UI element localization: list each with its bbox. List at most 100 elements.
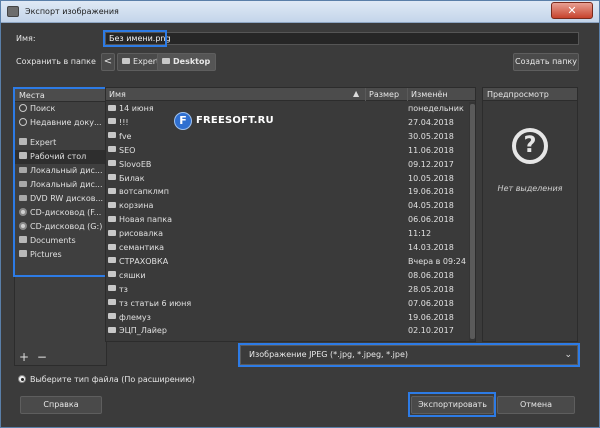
file-row[interactable]: SEO 11.06.2018 bbox=[106, 144, 468, 158]
save-in-folder-label: Сохранить в папке bbox=[16, 57, 96, 66]
file-row[interactable]: сяшки 08.06.2018 bbox=[106, 269, 468, 283]
place-item[interactable]: Documents bbox=[15, 234, 106, 248]
help-button[interactable]: Справка bbox=[20, 396, 102, 414]
file-row[interactable]: тз статьи 6 июня 07.06.2018 bbox=[106, 297, 468, 311]
place-item[interactable]: Поиск bbox=[15, 102, 106, 116]
file-row[interactable]: SlovoEB 09.12.2017 bbox=[106, 158, 468, 172]
column-modified-header[interactable]: Изменён bbox=[407, 88, 469, 101]
file-row[interactable]: fve 30.05.2018 bbox=[106, 130, 468, 144]
breadcrumb-label: Desktop bbox=[173, 57, 211, 66]
place-item[interactable]: CD-дисковод (F... bbox=[15, 206, 106, 220]
folder-icon bbox=[108, 146, 116, 153]
file-list-scrollbar[interactable] bbox=[469, 102, 475, 341]
file-name-cell: сяшки bbox=[108, 269, 363, 283]
cancel-button[interactable]: Отмена bbox=[497, 396, 575, 414]
file-modified-cell: 19.06.2018 bbox=[408, 312, 454, 322]
scrollbar-thumb[interactable] bbox=[470, 104, 475, 339]
file-name: семантика bbox=[119, 243, 165, 252]
file-type-expander-radio[interactable] bbox=[18, 375, 26, 383]
place-label: Поиск bbox=[30, 104, 56, 113]
watermark-logo-icon: F bbox=[174, 112, 192, 130]
file-row[interactable]: ЭЦП_Лайер 02.10.2017 bbox=[106, 324, 468, 338]
place-label: Локальный дис... bbox=[30, 180, 103, 189]
folder-icon bbox=[19, 236, 27, 243]
freesoft-watermark: F FREESOFT.RU bbox=[174, 112, 282, 130]
file-name-cell: тз статьи 6 июня bbox=[108, 297, 363, 311]
place-item[interactable]: Pictures bbox=[15, 248, 106, 262]
file-name: ЭЦП_Лайер bbox=[119, 326, 167, 336]
place-item[interactable]: Expert bbox=[15, 136, 106, 150]
place-item[interactable]: Локальный дис... bbox=[15, 178, 106, 192]
file-row[interactable]: вотсапклмп 19.06.2018 bbox=[106, 185, 468, 199]
question-mark-icon: ? bbox=[512, 128, 548, 164]
file-modified-cell: 27.04.2018 bbox=[408, 117, 454, 127]
breadcrumb-back-button[interactable]: < bbox=[101, 53, 115, 71]
file-row[interactable]: Билак 10.05.2018 bbox=[106, 172, 468, 186]
file-name-cell: Билак bbox=[108, 172, 363, 186]
place-item[interactable]: Рабочий стол bbox=[15, 150, 106, 164]
folder-icon bbox=[19, 250, 27, 257]
file-row[interactable]: рисовалка 11:12 bbox=[106, 227, 468, 241]
file-row[interactable]: корзина 04.05.2018 bbox=[106, 199, 468, 213]
drive-icon bbox=[19, 180, 27, 187]
add-place-button[interactable]: + bbox=[19, 350, 29, 364]
filename-input[interactable] bbox=[105, 32, 579, 45]
drive-icon bbox=[19, 194, 27, 201]
close-button[interactable]: ✕ bbox=[551, 2, 593, 19]
file-modified-cell: 02.10.2017 bbox=[408, 326, 454, 336]
file-name: SEO bbox=[119, 145, 136, 155]
place-label: CD-дисковод (F... bbox=[30, 208, 102, 217]
remove-place-button[interactable]: − bbox=[37, 350, 47, 364]
column-size-header[interactable]: Размер bbox=[365, 88, 407, 101]
folder-icon bbox=[108, 271, 116, 278]
file-modified-cell: 28.05.2018 bbox=[408, 284, 454, 294]
file-modified-cell: 08.06.2018 bbox=[408, 270, 454, 280]
file-row[interactable]: Новая папка 06.06.2018 bbox=[106, 213, 468, 227]
place-label: DVD RW дисков... bbox=[30, 194, 104, 203]
place-item[interactable]: DVD RW дисков... bbox=[15, 192, 106, 206]
breadcrumb-item-desktop[interactable]: Desktop bbox=[157, 53, 217, 71]
place-item[interactable]: Локальный дис... bbox=[15, 164, 106, 178]
file-name: 14 июня bbox=[119, 104, 154, 113]
folder-icon bbox=[162, 57, 170, 64]
clock-icon bbox=[19, 117, 27, 126]
place-item[interactable]: CD-дисковод (G:) bbox=[15, 220, 106, 234]
file-name: флемуз bbox=[119, 312, 151, 322]
window-title: Экспорт изображения bbox=[25, 7, 119, 16]
folder-icon bbox=[108, 285, 116, 292]
file-name-cell: ЭЦП_Лайер bbox=[108, 324, 363, 338]
export-button[interactable]: Экспортировать bbox=[411, 396, 494, 414]
file-type-select[interactable]: Изображение JPEG (*.jpg, *.jpeg, *.jpe) … bbox=[240, 345, 578, 365]
title-bar: Экспорт изображения ✕ bbox=[1, 1, 599, 23]
folder-icon bbox=[122, 57, 130, 64]
file-name: вотсапклмп bbox=[119, 187, 170, 197]
file-row[interactable]: 14 июня понедельник bbox=[106, 102, 468, 116]
file-row[interactable]: тз 28.05.2018 bbox=[106, 283, 468, 297]
file-row[interactable]: семантика 14.03.2018 bbox=[106, 241, 468, 255]
places-panel: Места Поиск Недавние доку... Expert Рабо… bbox=[14, 88, 107, 366]
place-label: Expert bbox=[30, 138, 57, 147]
file-name: рисовалка bbox=[119, 229, 164, 239]
file-name-cell: тз bbox=[108, 283, 363, 297]
file-name: тз статьи 6 июня bbox=[119, 298, 192, 308]
file-row[interactable]: СТРАХОВКА Вчера в 09:24 bbox=[106, 255, 468, 269]
place-label: CD-дисковод (G:) bbox=[30, 222, 103, 231]
place-label: Недавние доку... bbox=[30, 118, 102, 127]
place-label: Рабочий стол bbox=[30, 152, 87, 161]
folder-icon bbox=[108, 313, 116, 319]
column-name-header[interactable]: Имя bbox=[106, 88, 364, 101]
file-list-header: Имя ▲ Размер Изменён bbox=[106, 88, 475, 101]
file-name-cell: вотсапклмп bbox=[108, 185, 363, 199]
file-name-cell: рисовалка bbox=[108, 227, 363, 241]
file-name-cell: СТРАХОВКА bbox=[108, 255, 363, 269]
file-row[interactable]: флемуз 19.06.2018 bbox=[106, 311, 468, 325]
file-name: корзина bbox=[119, 201, 154, 211]
breadcrumb-label: Expert bbox=[133, 57, 160, 66]
file-row[interactable]: !!! 27.04.2018 bbox=[106, 116, 468, 130]
file-modified-cell: 04.05.2018 bbox=[408, 201, 454, 211]
file-modified-cell: 30.05.2018 bbox=[408, 131, 454, 141]
file-modified-cell: 11.06.2018 bbox=[408, 145, 454, 155]
select-file-type-label[interactable]: Выберите тип файла (По расширению) bbox=[30, 375, 195, 384]
place-item[interactable]: Недавние доку... bbox=[15, 116, 106, 130]
create-folder-button[interactable]: Создать папку bbox=[513, 53, 579, 71]
